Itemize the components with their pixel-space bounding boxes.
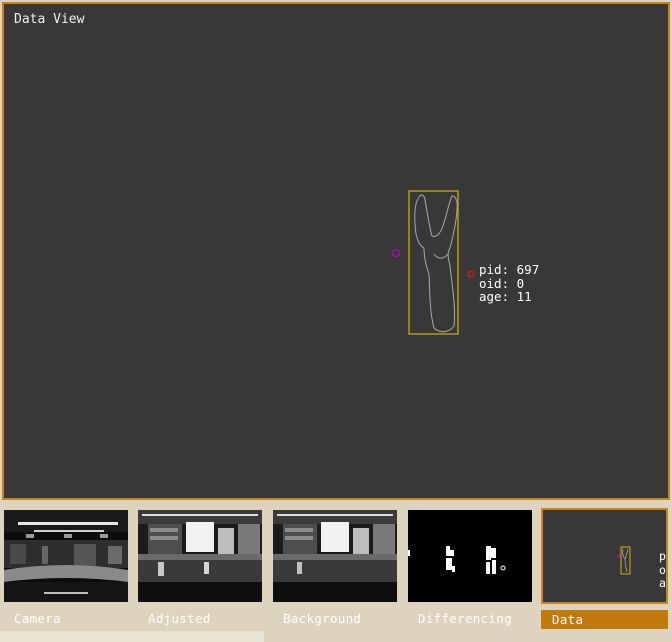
object-readout: pid: 697 oid: 0 age: 11 [479,263,539,304]
thumbnail-camera[interactable] [4,510,128,602]
mini-age-label: age: [659,576,666,590]
silhouette-contour [414,194,458,333]
anchor-marker [467,270,475,278]
status-strip [0,631,264,642]
centroid-marker [391,248,401,258]
mini-object-readout: pid: oid: age: [659,549,666,591]
mini-pid-label: pid: [659,549,666,563]
thumbnail-background[interactable] [273,510,397,602]
thumbnail-label-adjusted[interactable]: Adjusted [148,611,211,626]
adjusted-preview [138,510,262,602]
silhouette-inner-contour [433,253,449,259]
data-view-panel: Data View pid: 697 oid: 0 age: 11 [2,2,670,500]
tracking-canvas [391,190,475,335]
thumbnail-label-data[interactable]: Data [541,610,668,629]
thumbnail-label-camera[interactable]: Camera [14,611,61,626]
thumbnail-data[interactable]: pid: oid: age: [541,508,668,604]
camera-preview [4,510,128,602]
age-label: age: [479,289,510,304]
age-value: 11 [516,289,532,304]
thumbnail-label-background[interactable]: Background [283,611,361,626]
thumbnail-adjusted[interactable] [138,510,262,602]
tracked-person-blob [408,190,459,335]
background-preview [273,510,397,602]
data-preview [617,546,631,575]
thumbnail-label-differencing[interactable]: Differencing [418,611,512,626]
differencing-preview [408,510,532,602]
bounding-box [408,190,459,335]
mini-oid-label: oid: [659,562,666,577]
thumbnail-differencing[interactable] [408,510,532,602]
